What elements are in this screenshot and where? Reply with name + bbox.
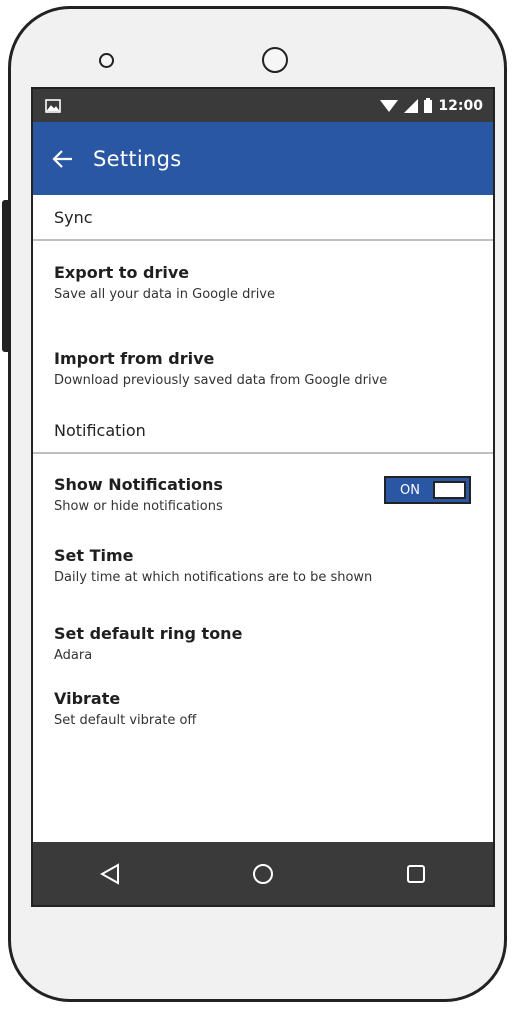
status-icons: 12:00	[380, 98, 483, 114]
pref-set-time[interactable]: Set Time Daily time at which notificatio…	[33, 537, 493, 587]
pref-summary: Download previously saved data from Goog…	[54, 373, 388, 388]
app-bar: Settings	[33, 122, 493, 195]
section-header-sync: Sync	[33, 195, 493, 241]
back-triangle-icon[interactable]	[90, 854, 130, 894]
section-header-notification: Notification	[33, 408, 493, 454]
pref-summary: Adara	[54, 648, 93, 663]
screen: 12:00 Settings Sync Export to drive Save…	[31, 87, 495, 907]
pref-title: Set default ring tone	[54, 624, 243, 643]
pref-title: Set Time	[54, 546, 134, 565]
page-title: Settings	[93, 146, 182, 171]
navigation-bar	[33, 842, 493, 905]
pref-title: Export to drive	[54, 263, 190, 282]
image-notification-icon	[45, 98, 61, 113]
camera-icon	[262, 47, 288, 73]
pref-vibrate[interactable]: Vibrate Set default vibrate off	[33, 665, 493, 730]
show-notifications-toggle[interactable]: ON	[384, 476, 471, 504]
pref-title: Vibrate	[54, 689, 121, 708]
toggle-label: ON	[400, 482, 420, 498]
sensor-dot	[99, 53, 114, 68]
recents-square-icon[interactable]	[396, 854, 436, 894]
pref-title: Import from drive	[54, 349, 215, 368]
status-bar: 12:00	[33, 89, 493, 122]
side-button	[2, 200, 11, 352]
toggle-knob	[433, 481, 466, 499]
status-time: 12:00	[438, 97, 483, 114]
pref-summary: Daily time at which notifications are to…	[54, 570, 373, 585]
pref-set-ringtone[interactable]: Set default ring tone Adara	[33, 587, 493, 665]
signal-icon	[404, 98, 419, 113]
pref-summary: Save all your data in Google drive	[54, 287, 275, 302]
home-circle-icon[interactable]	[243, 854, 283, 894]
pref-show-notifications[interactable]: Show Notifications Show or hide notifica…	[33, 454, 493, 537]
wifi-icon	[380, 99, 399, 113]
pref-import-from-drive[interactable]: Import from drive Download previously sa…	[33, 304, 493, 390]
battery-icon	[424, 98, 433, 113]
back-arrow-icon[interactable]	[51, 147, 75, 171]
pref-export-to-drive[interactable]: Export to drive Save all your data in Go…	[33, 241, 493, 304]
pref-summary: Set default vibrate off	[54, 713, 197, 728]
